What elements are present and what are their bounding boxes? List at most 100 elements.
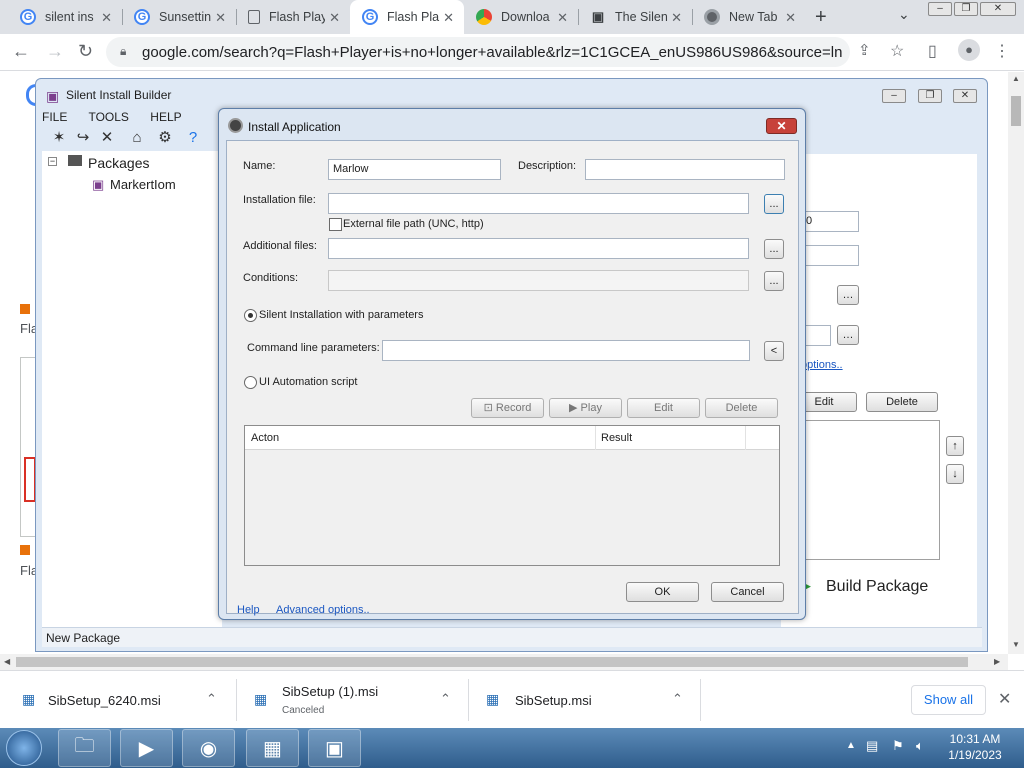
menu-icon[interactable]: ⋮: [994, 41, 1010, 61]
scroll-thumb[interactable]: [16, 657, 968, 667]
advanced-options-link[interactable]: Advanced options..: [276, 604, 370, 616]
additional-files-browse-button[interactable]: ...: [764, 239, 784, 259]
chevron-up-icon[interactable]: ⌃: [672, 691, 683, 707]
page-scrollbar-horizontal[interactable]: ◀ ▶: [0, 654, 1008, 670]
star-icon[interactable]: ☆: [890, 41, 904, 61]
menu-tools[interactable]: TOOLS: [88, 110, 128, 124]
back-icon[interactable]: ←: [12, 41, 30, 62]
tray-expand-icon[interactable]: ▲: [846, 740, 856, 751]
silent-installation-radio[interactable]: [244, 309, 257, 322]
cmdline-input[interactable]: [382, 340, 750, 361]
cmdline-insert-button[interactable]: <: [764, 341, 784, 361]
chrome-icon[interactable]: ◉: [182, 729, 235, 767]
restore-icon[interactable]: ❐: [954, 2, 978, 16]
cancel-button[interactable]: Cancel: [711, 582, 784, 602]
result-thumbnail[interactable]: [20, 357, 36, 537]
scroll-up-icon[interactable]: ▲: [1012, 74, 1020, 83]
ok-button[interactable]: OK: [626, 582, 699, 602]
chevron-down-icon[interactable]: ⌄: [898, 6, 910, 23]
delete-icon[interactable]: ✕: [96, 127, 118, 149]
tab-2[interactable]: G Sunsettin ✕: [122, 0, 236, 34]
redo-icon[interactable]: ↪: [72, 127, 94, 149]
right-list[interactable]: [791, 420, 940, 560]
close-icon[interactable]: ✕: [671, 10, 682, 26]
chevron-up-icon[interactable]: ⌃: [440, 691, 451, 707]
action-grid[interactable]: Acton Result: [244, 425, 780, 566]
tab-4-active[interactable]: G Flash Pla ✕: [350, 0, 464, 34]
scroll-down-icon[interactable]: ▼: [1012, 640, 1020, 649]
new-package-icon[interactable]: ✶: [48, 127, 70, 149]
scroll-left-icon[interactable]: ◀: [4, 657, 10, 666]
gear-icon[interactable]: ⚙: [154, 127, 176, 149]
conditions-input[interactable]: [328, 270, 749, 291]
new-tab-icon[interactable]: +: [815, 6, 827, 29]
show-all-button[interactable]: Show all: [911, 685, 986, 715]
name-input[interactable]: Marlow: [328, 159, 501, 180]
description-input[interactable]: [585, 159, 785, 180]
installation-file-browse-button[interactable]: ...: [764, 194, 784, 214]
menu-file[interactable]: FILE: [42, 110, 67, 124]
tree-child-label[interactable]: MarkertIom: [110, 177, 176, 192]
setup-icon[interactable]: ▦: [246, 729, 299, 767]
help-link[interactable]: Help: [237, 604, 260, 616]
clock[interactable]: 10:31 AM 1/19/2023: [940, 731, 1010, 763]
record-button[interactable]: ⊡ Record: [471, 398, 544, 418]
tab-3[interactable]: Flash Play ✕: [236, 0, 350, 34]
download-item-2[interactable]: ▦ SibSetup (1).msi Canceled ⌃: [236, 671, 468, 729]
gift-icon[interactable]: ▣: [308, 729, 361, 767]
profile-icon[interactable]: ●: [958, 39, 980, 61]
close-icon[interactable]: ✕: [443, 10, 454, 26]
flag-icon[interactable]: ⚑: [892, 738, 904, 754]
close-icon[interactable]: ✕: [785, 10, 796, 26]
network-icon[interactable]: ▤: [866, 738, 878, 754]
close-icon[interactable]: ✕: [998, 689, 1011, 709]
close-icon[interactable]: ✕: [766, 118, 797, 134]
build-icon[interactable]: ⌂: [126, 127, 148, 149]
move-up-icon[interactable]: ↑: [946, 436, 964, 456]
close-icon[interactable]: ✕: [101, 10, 112, 26]
play-button[interactable]: ▶ Play: [549, 398, 622, 418]
tab-5[interactable]: Downloa ✕: [464, 0, 578, 34]
restore-icon[interactable]: ❐: [918, 89, 942, 103]
collapse-icon[interactable]: −: [48, 157, 57, 166]
ui-automation-radio[interactable]: [244, 376, 257, 389]
tab-1[interactable]: G silent ins ✕: [8, 0, 122, 34]
options-link[interactable]: options..: [801, 359, 843, 371]
close-window-icon[interactable]: ✕: [953, 89, 977, 103]
chevron-up-icon[interactable]: ⌃: [206, 691, 217, 707]
right-delete-button[interactable]: Delete: [866, 392, 938, 412]
additional-files-input[interactable]: [328, 238, 749, 259]
scroll-thumb[interactable]: [1011, 96, 1021, 126]
close-icon[interactable]: ✕: [329, 10, 340, 26]
tab-7[interactable]: New Tab ✕: [692, 0, 806, 34]
volume-icon[interactable]: 🔈︎: [916, 738, 924, 754]
move-down-icon[interactable]: ↓: [946, 464, 964, 484]
close-window-icon[interactable]: ✕: [980, 2, 1016, 16]
lock-icon[interactable]: 🔒︎: [120, 44, 126, 59]
start-button[interactable]: [6, 730, 42, 766]
share-icon[interactable]: ⇪: [858, 41, 871, 59]
minimize-icon[interactable]: –: [882, 89, 906, 103]
menu-help[interactable]: HELP: [150, 110, 181, 124]
forward-icon[interactable]: →: [46, 41, 64, 62]
right-field[interactable]: 0: [801, 211, 859, 232]
download-item-1[interactable]: ▦ SibSetup_6240.msi ⌃: [0, 671, 236, 729]
right-field-2[interactable]: [801, 245, 859, 266]
column-action[interactable]: Acton: [251, 432, 279, 444]
media-player-icon[interactable]: ▶: [120, 729, 173, 767]
download-item-3[interactable]: ▦ SibSetup.msi ⌃: [468, 671, 700, 729]
url-text[interactable]: google.com/search?q=Flash+Player+is+no+l…: [142, 44, 842, 61]
help-icon[interactable]: ?: [182, 127, 204, 149]
column-result[interactable]: Result: [601, 432, 632, 444]
delete-button[interactable]: Delete: [705, 398, 778, 418]
close-icon[interactable]: ✕: [557, 10, 568, 26]
minimize-icon[interactable]: –: [928, 2, 952, 16]
tab-6[interactable]: ▣ The Silen ✕: [578, 0, 692, 34]
page-scrollbar-vertical[interactable]: ▲ ▼: [1008, 72, 1024, 654]
installation-file-input[interactable]: [328, 193, 749, 214]
scroll-right-icon[interactable]: ▶: [994, 657, 1000, 666]
address-bar[interactable]: 🔒︎ google.com/search?q=Flash+Player+is+n…: [106, 37, 850, 67]
build-package-button[interactable]: Build Package: [826, 578, 928, 596]
edit-button[interactable]: Edit: [627, 398, 700, 418]
browse-button[interactable]: …: [837, 285, 859, 305]
